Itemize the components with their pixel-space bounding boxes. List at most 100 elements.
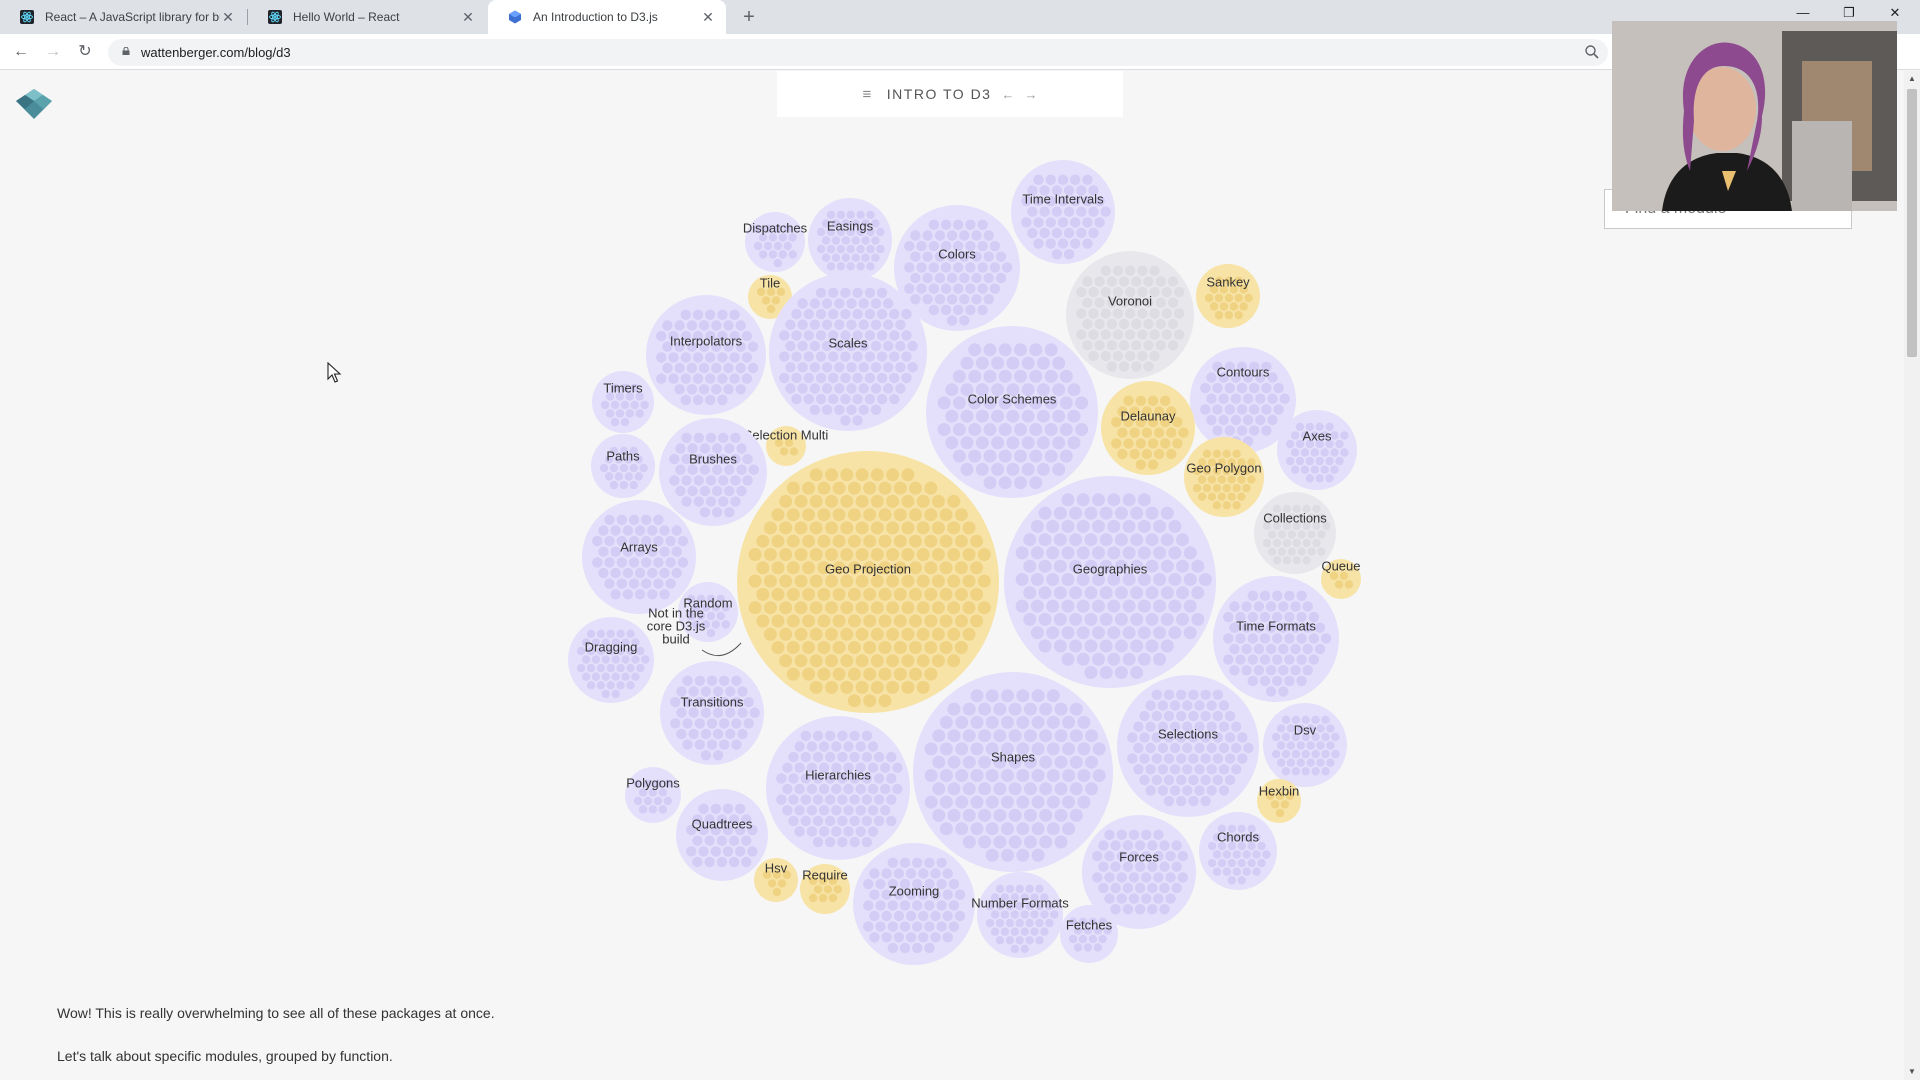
close-icon[interactable]: ✕: [220, 9, 236, 26]
module-function-dot: [1272, 675, 1283, 687]
module-function-dot: [742, 475, 753, 486]
module-function-dot: [1169, 764, 1181, 775]
back-button[interactable]: ←: [9, 40, 33, 64]
module-function-dot: [955, 742, 969, 756]
zoom-icon[interactable]: [1584, 44, 1600, 60]
module-selections[interactable]: Selections: [1117, 675, 1259, 817]
module-function-dot: [1092, 626, 1105, 640]
scroll-up-icon[interactable]: ▲: [1904, 71, 1920, 87]
module-function-dot: [576, 663, 586, 673]
module-function-dot: [1316, 741, 1325, 750]
module-voronoi[interactable]: Voronoi: [1066, 251, 1194, 379]
module-function-dot: [1176, 753, 1187, 764]
module-function-dot: [1029, 343, 1043, 357]
module-function-dot: [698, 320, 710, 331]
module-function-dot: [912, 921, 923, 932]
module-function-dot: [1069, 808, 1083, 822]
module-function-dot: [692, 856, 703, 868]
module-function-dot: [989, 240, 1001, 252]
module-function-dot: [1300, 465, 1310, 474]
module-easings[interactable]: Easings: [808, 198, 892, 282]
module-function-dot: [788, 250, 797, 259]
page-scrollbar[interactable]: ▲ ▼: [1904, 71, 1920, 1080]
module-function-dot: [802, 481, 816, 495]
module-function-dot: [815, 308, 827, 320]
module-queue[interactable]: Queue: [1321, 558, 1361, 599]
module-transitions[interactable]: Transitions: [660, 661, 764, 765]
module-function-dot: [1235, 633, 1246, 644]
module-function-dot: [1212, 382, 1223, 394]
module-scales[interactable]: Scales: [769, 273, 927, 431]
module-interpolators[interactable]: Interpolators: [646, 295, 766, 415]
module-time-intervals[interactable]: Time Intervals: [1011, 160, 1115, 264]
module-hsv[interactable]: Hsv: [754, 858, 798, 902]
browser-tab-hello-world[interactable]: Hello World – React ✕: [248, 0, 486, 34]
module-sankey[interactable]: Sankey: [1196, 264, 1260, 328]
address-bar[interactable]: wattenberger.com/blog/d3: [108, 39, 1608, 66]
module-function-dot: [962, 601, 976, 615]
module-function-dot: [886, 494, 900, 508]
module-function-dot: [1038, 612, 1052, 626]
module-function-dot: [907, 340, 918, 352]
module-brushes[interactable]: Brushes: [659, 418, 767, 526]
module-geographies[interactable]: Geographies: [1004, 476, 1216, 688]
module-geo-projection[interactable]: Geo Projection: [737, 451, 999, 713]
module-arrays[interactable]: Arrays: [582, 500, 696, 614]
module-require[interactable]: Require: [800, 864, 850, 914]
browser-tab-react[interactable]: React – A JavaScript library for bu ✕: [0, 0, 246, 34]
module-quadtrees[interactable]: Quadtrees: [676, 789, 768, 881]
forward-button[interactable]: →: [41, 40, 65, 64]
module-function-dot: [1137, 519, 1151, 533]
module-function-dot: [825, 627, 838, 641]
module-function-dot: [946, 272, 958, 284]
module-delaunay[interactable]: Delaunay: [1101, 381, 1195, 475]
module-function-dot: [1046, 573, 1060, 586]
module-function-dot: [712, 728, 724, 740]
new-tab-button[interactable]: +: [736, 4, 762, 30]
module-zooming[interactable]: Zooming: [853, 843, 975, 965]
module-function-dot: [706, 718, 718, 729]
module-paths[interactable]: Paths: [591, 434, 655, 498]
module-color-schemes[interactable]: Color Schemes: [926, 326, 1098, 498]
module-function-dot: [847, 481, 861, 495]
module-function-dot: [960, 436, 974, 450]
module-function-dot: [1015, 884, 1024, 893]
module-function-dot: [1325, 474, 1334, 483]
module-function-dot: [1051, 227, 1063, 239]
webcam-overlay: [1612, 21, 1897, 211]
module-function-dot: [1163, 710, 1175, 722]
module-function-dot: [1027, 227, 1038, 239]
module-timers[interactable]: Timers: [592, 371, 654, 433]
module-axes[interactable]: Axes: [1277, 410, 1357, 490]
module-time-formats[interactable]: Time Formats: [1213, 576, 1339, 702]
module-hexbin[interactable]: Hexbin: [1257, 779, 1301, 823]
module-function-dot: [1143, 361, 1154, 372]
module-dispatches[interactable]: Dispatches: [743, 212, 808, 272]
module-function-dot: [840, 308, 851, 320]
module-fetches[interactable]: Fetches: [1060, 905, 1118, 963]
scrollbar-thumb[interactable]: [1907, 89, 1917, 357]
module-chords[interactable]: Chords: [1199, 812, 1277, 890]
module-number-formats[interactable]: Number Formats: [971, 872, 1069, 958]
module-function-dot: [876, 330, 888, 341]
module-function-dot: [706, 628, 716, 638]
browser-tab-d3-intro[interactable]: An Introduction to D3.js ✕: [488, 0, 726, 34]
module-function-dot: [1038, 639, 1052, 653]
close-icon[interactable]: ✕: [460, 9, 476, 26]
reload-button[interactable]: ↻: [73, 40, 97, 64]
module-function-dot: [1218, 721, 1230, 732]
scroll-down-icon[interactable]: ▼: [1904, 1064, 1920, 1080]
module-function-dot: [1122, 652, 1136, 666]
module-function-dot: [806, 826, 818, 837]
close-icon[interactable]: ✕: [700, 9, 716, 26]
module-polygons[interactable]: Polygons: [625, 767, 681, 823]
module-dsv[interactable]: Dsv: [1263, 703, 1347, 787]
module-shapes[interactable]: Shapes: [913, 672, 1113, 872]
module-dragging[interactable]: Dragging: [568, 617, 654, 703]
module-function-dot: [1131, 361, 1142, 372]
module-function-dot: [716, 611, 725, 621]
module-function-dot: [665, 578, 676, 589]
module-geo-polygon[interactable]: Geo Polygon: [1184, 437, 1264, 517]
module-function-dot: [1330, 448, 1339, 457]
module-hierarchies[interactable]: Hierarchies: [766, 716, 910, 860]
